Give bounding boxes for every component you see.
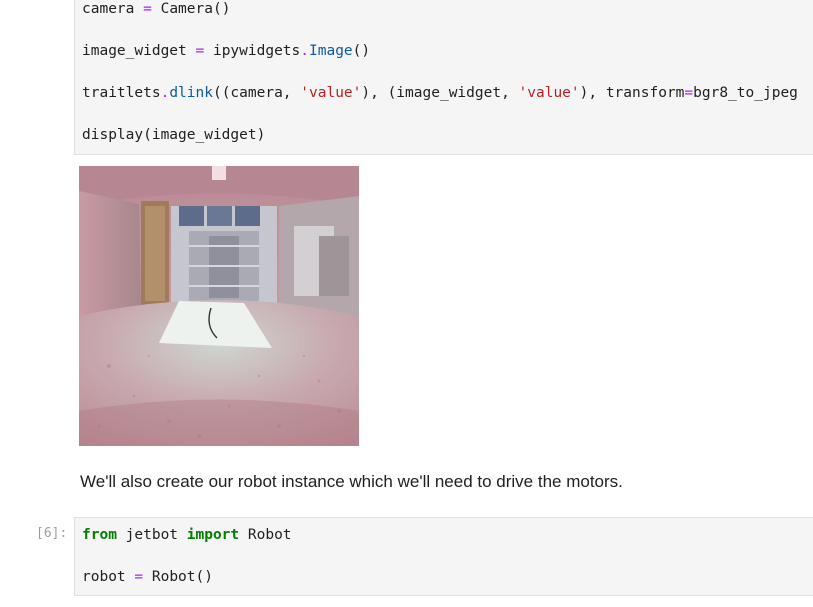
code-cell-camera[interactable]: camera = Camera() image_widget = ipywidg… — [74, 0, 813, 155]
code-token: bgr8_to_jpeg — [693, 85, 798, 101]
code-token: display(image_widget) — [82, 127, 266, 143]
code-operator: = — [143, 1, 152, 17]
code-token: traitlets — [82, 85, 161, 101]
code-keyword: import — [186, 527, 240, 543]
code-token: ), transform — [579, 85, 685, 101]
code-token: robot — [82, 569, 126, 585]
code-line-dlink: traitlets.dlink((camera, 'value'), (imag… — [82, 83, 798, 103]
code-keyword: from — [82, 527, 117, 543]
code-string: 'value' — [518, 85, 580, 101]
code-string: 'value' — [300, 85, 362, 101]
code-token: Robot() — [151, 569, 213, 585]
code-operator: . — [160, 85, 170, 101]
code-attribute: dlink — [169, 85, 213, 101]
code-line-camera: camera = Camera() — [82, 0, 230, 19]
code-operator: . — [300, 43, 310, 59]
code-token: jetbot — [116, 527, 187, 543]
code-line-display: display(image_widget) — [82, 125, 265, 145]
markdown-text: We'll also create our robot instance whi… — [80, 472, 623, 491]
code-line-image-widget: image_widget = ipywidgets.Image() — [82, 41, 370, 61]
code-cell-robot[interactable]: from jetbot import Robot robot = Robot() — [74, 517, 813, 596]
code-operator: = — [684, 85, 694, 101]
code-attribute: Image — [309, 43, 353, 59]
code-token: image_widget — [82, 43, 187, 59]
cell-prompt: [6]: — [36, 526, 68, 541]
code-token: ((camera, — [212, 85, 301, 101]
code-token: ipywidgets — [212, 43, 301, 59]
code-token: ), (image_widget, — [361, 85, 519, 101]
code-token: Camera() — [160, 1, 231, 17]
code-token: () — [352, 43, 371, 59]
code-line-robot: robot = Robot() — [82, 567, 213, 587]
code-operator: = — [195, 43, 205, 59]
code-token: Robot — [239, 527, 292, 543]
camera-feed-image — [79, 166, 359, 446]
code-operator: = — [134, 569, 144, 585]
code-token: camera — [82, 1, 135, 17]
code-line-import: from jetbot import Robot — [82, 525, 292, 545]
